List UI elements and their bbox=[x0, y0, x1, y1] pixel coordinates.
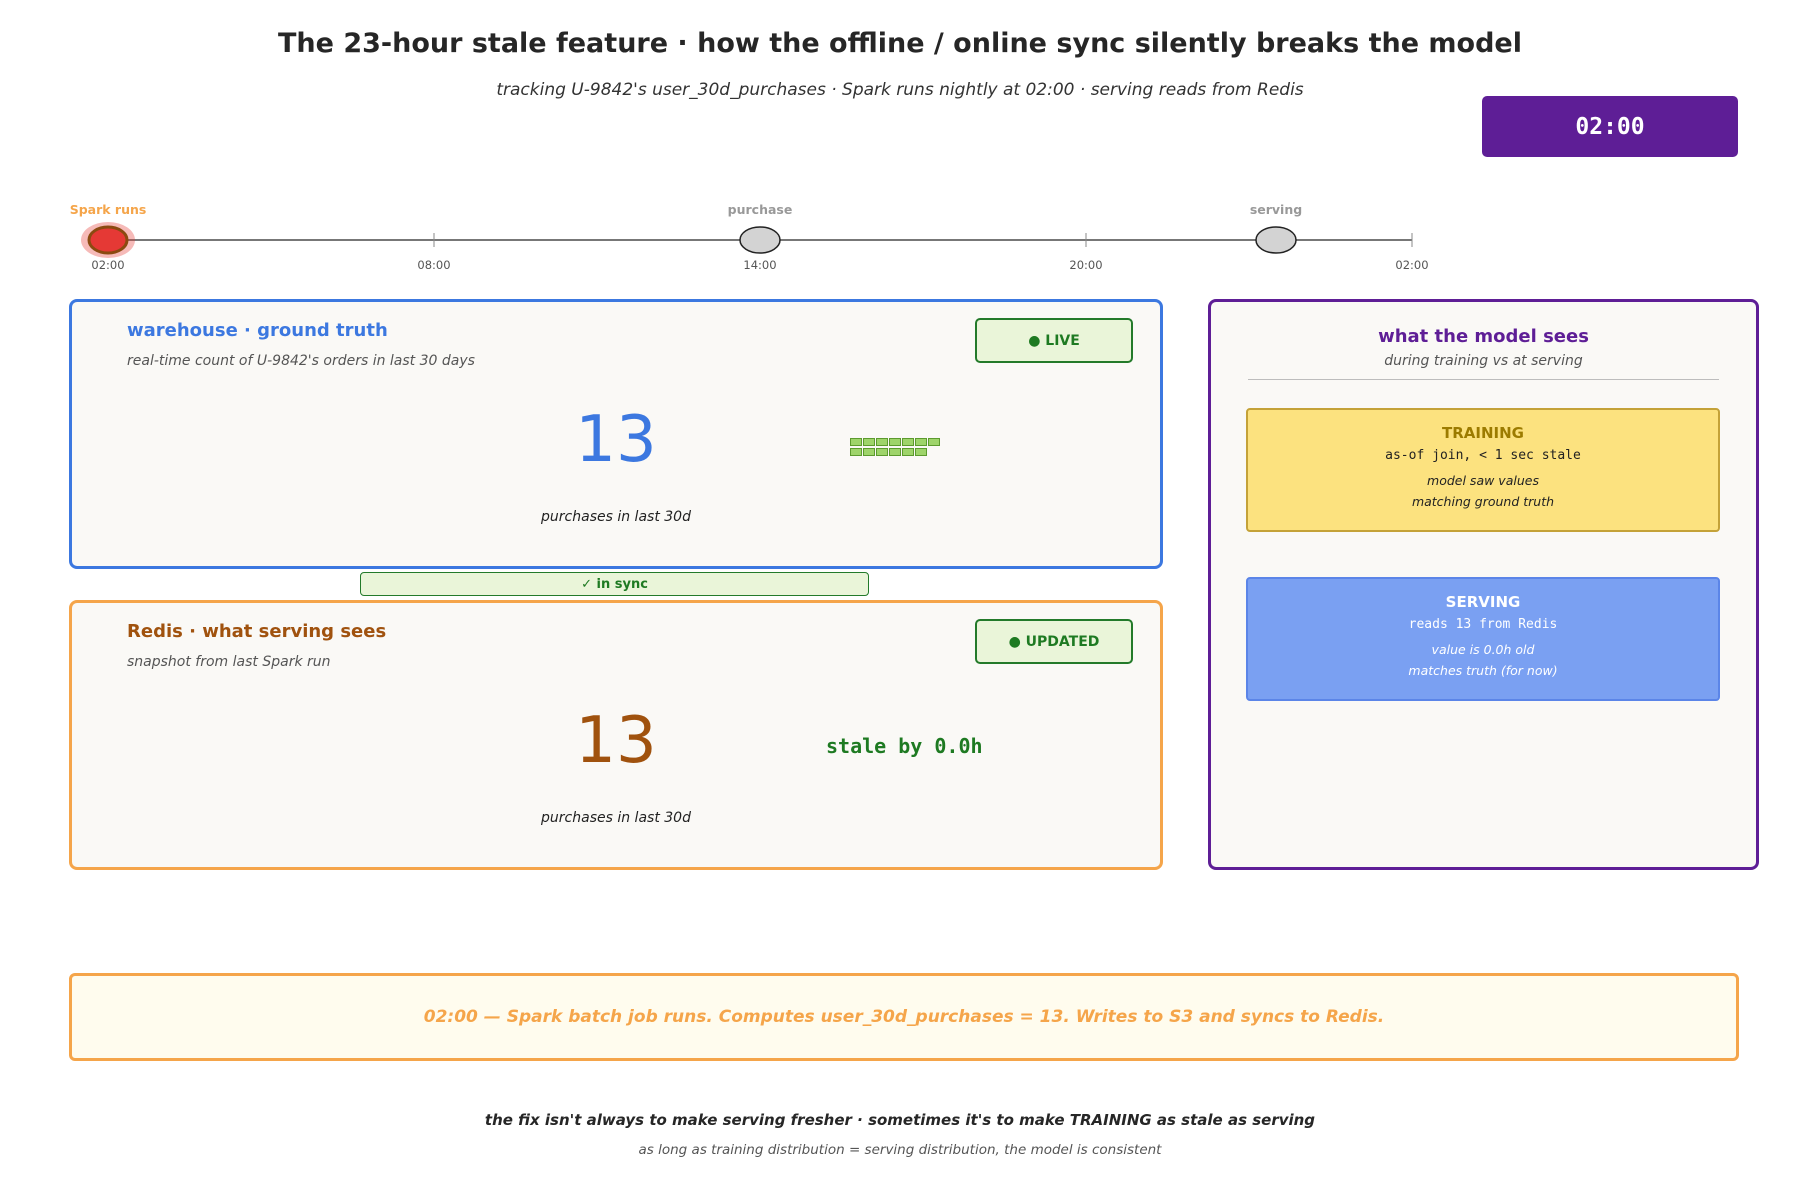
purchase-block bbox=[902, 448, 914, 456]
purchase-block bbox=[928, 438, 940, 446]
purchase-marker bbox=[739, 226, 781, 254]
training-detail: as-of join, < 1 sec stale bbox=[1385, 448, 1581, 463]
purchase-block bbox=[863, 438, 875, 446]
model-panel-divider bbox=[1248, 379, 1719, 380]
purchase-block bbox=[902, 438, 914, 446]
training-note-line: matching ground truth bbox=[1411, 494, 1555, 509]
warehouse-title: warehouse · ground truth bbox=[127, 320, 388, 341]
purchase-block bbox=[915, 448, 927, 456]
purchase-block bbox=[876, 448, 888, 456]
serving-heading: SERVING bbox=[1445, 593, 1521, 611]
sync-badge: ✓ in sync bbox=[360, 572, 869, 596]
serving-marker-label: serving bbox=[1250, 202, 1302, 217]
training-heading: TRAINING bbox=[1442, 424, 1524, 442]
footer-takeaway: the fix isn't always to make serving fre… bbox=[484, 1111, 1316, 1129]
stale-indicator: stale by 0.0h bbox=[826, 734, 983, 758]
purchase-block bbox=[889, 448, 901, 456]
serving-marker bbox=[1255, 226, 1297, 254]
live-badge: ● LIVE bbox=[975, 318, 1133, 363]
spark-marker-label: Spark runs bbox=[70, 202, 147, 217]
warehouse-value: 13 bbox=[575, 403, 657, 477]
redis-caption: purchases in last 30d bbox=[541, 810, 691, 826]
page-title: The 23-hour stale feature · how the offl… bbox=[278, 28, 1522, 59]
purchase-block bbox=[876, 438, 888, 446]
training-card: TRAINING as-of join, < 1 sec stale model… bbox=[1246, 408, 1720, 532]
purchase-block bbox=[863, 448, 875, 456]
timeline-tick-label: 08:00 bbox=[417, 258, 450, 272]
purchase-block bbox=[915, 438, 927, 446]
training-note: model saw values matching ground truth bbox=[1248, 470, 1718, 512]
serving-card: SERVING reads 13 from Redis value is 0.0… bbox=[1246, 577, 1720, 701]
serving-note-line: value is 0.0h old bbox=[1431, 642, 1535, 657]
redis-value: 13 bbox=[575, 704, 657, 778]
timeline-tick-label: 02:00 bbox=[91, 258, 124, 272]
timeline-tick-label: 20:00 bbox=[1069, 258, 1102, 272]
timeline-tick-label: 02:00 bbox=[1395, 258, 1428, 272]
warehouse-caption: purchases in last 30d bbox=[541, 509, 691, 525]
redis-title: Redis · what serving sees bbox=[127, 621, 387, 642]
updated-badge: ● UPDATED bbox=[975, 619, 1133, 664]
serving-note: value is 0.0h old matches truth (for now… bbox=[1248, 639, 1718, 681]
model-panel-subtitle: during training vs at serving bbox=[1384, 353, 1583, 369]
purchase-block bbox=[850, 448, 862, 456]
purchase-blocks bbox=[850, 438, 950, 458]
purchase-block bbox=[889, 438, 901, 446]
timeline: 02:00 08:00 14:00 20:00 02:00 Spark runs… bbox=[70, 202, 1429, 272]
spark-marker bbox=[87, 225, 129, 255]
redis-subtitle: snapshot from last Spark run bbox=[127, 654, 331, 670]
purchase-marker-label: purchase bbox=[728, 202, 793, 217]
clock-display: 02:00 bbox=[1482, 96, 1738, 157]
serving-note-line: matches truth (for now) bbox=[1408, 663, 1558, 678]
event-caption: 02:00 — Spark batch job runs. Computes u… bbox=[69, 973, 1739, 1061]
warehouse-subtitle: real-time count of U-9842's orders in la… bbox=[127, 353, 475, 369]
serving-detail: reads 13 from Redis bbox=[1408, 617, 1558, 632]
purchase-block bbox=[850, 438, 862, 446]
training-note-line: model saw values bbox=[1427, 473, 1539, 488]
footer-note: as long as training distribution = servi… bbox=[638, 1142, 1162, 1158]
model-panel-title: what the model sees bbox=[1378, 326, 1589, 347]
timeline-tick-label: 14:00 bbox=[743, 258, 776, 272]
